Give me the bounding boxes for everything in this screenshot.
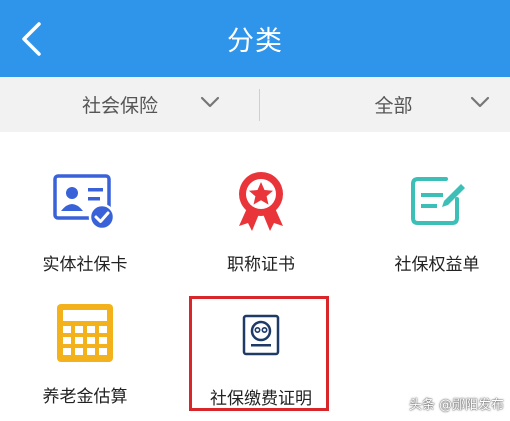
- grid-item-label: 职称证书: [227, 255, 295, 275]
- scope-filter-dropdown[interactable]: 全部: [260, 77, 510, 132]
- grid-item-label: 实体社保卡: [42, 255, 128, 275]
- calculator-icon: [50, 298, 120, 368]
- category-filter-dropdown[interactable]: 社会保险: [0, 77, 259, 132]
- category-filter-label: 社会保险: [82, 95, 159, 117]
- grid-item-physical-card[interactable]: 实体社保卡: [0, 166, 170, 275]
- certificate-medal-icon: [226, 166, 296, 236]
- chevron-down-icon: [200, 96, 220, 108]
- page-title: 分类: [227, 26, 283, 57]
- filter-bar: 社会保险 全部: [0, 77, 510, 132]
- back-button[interactable]: [14, 20, 48, 58]
- social-security-card-icon: [50, 166, 120, 236]
- rights-statement-icon: [402, 166, 472, 236]
- payment-proof-icon: [226, 300, 296, 370]
- grid-item-title-certificate[interactable]: 职称证书: [176, 166, 346, 275]
- grid-item-label: 养老金估算: [42, 387, 128, 407]
- grid-item-pension-estimate[interactable]: 养老金估算: [0, 298, 170, 407]
- grid-item-payment-proof[interactable]: 社保缴费证明: [176, 300, 346, 409]
- grid-item-rights-statement[interactable]: 社保权益单: [352, 166, 510, 275]
- grid-item-label: 社保权益单: [394, 255, 480, 275]
- chevron-down-icon: [470, 96, 489, 108]
- back-arrow-icon: [22, 22, 41, 56]
- grid-item-label: 社保缴费证明: [210, 389, 312, 409]
- top-nav-bar: 分类: [0, 0, 510, 77]
- scope-filter-label: 全部: [374, 95, 413, 117]
- watermark: 头条 @郧阳发布: [408, 398, 504, 413]
